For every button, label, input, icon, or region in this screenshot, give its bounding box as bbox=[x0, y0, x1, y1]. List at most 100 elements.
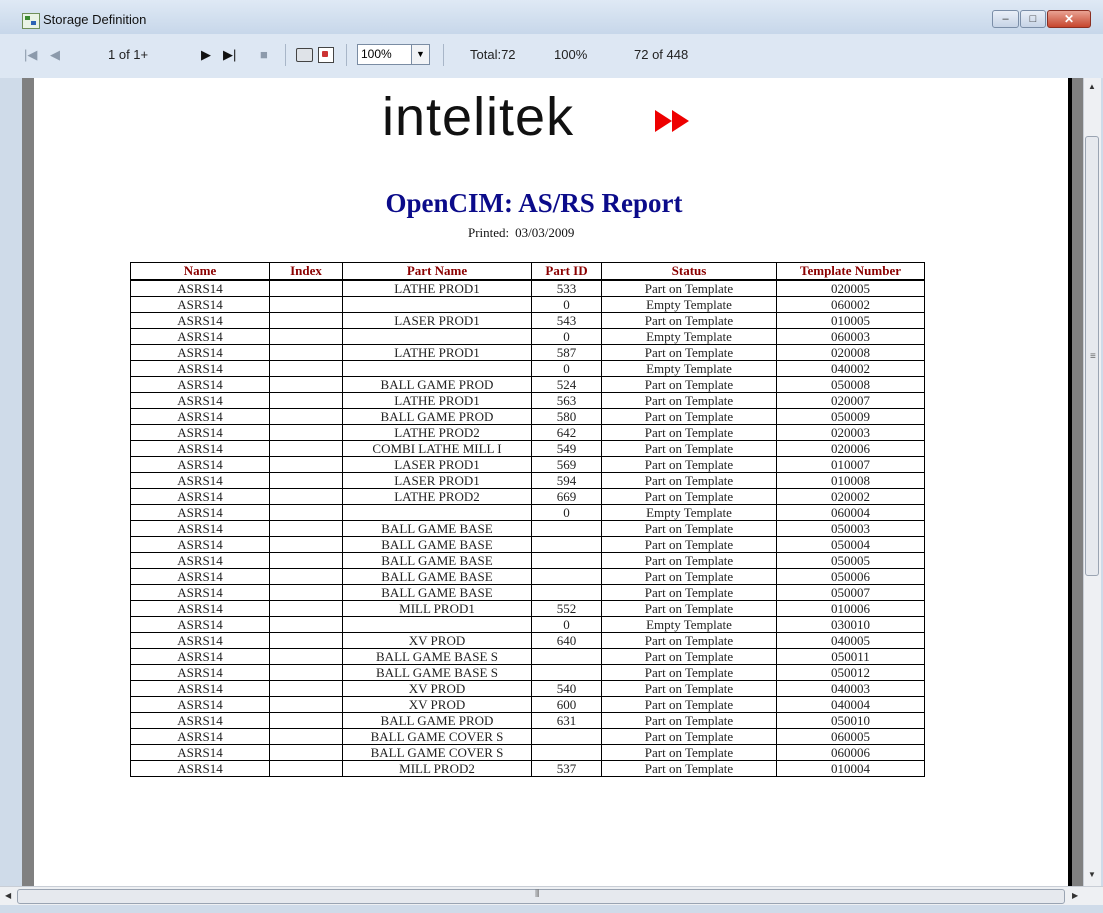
cell-status: Part on Template bbox=[601, 552, 777, 569]
cell-part-name: LATHE PROD2 bbox=[342, 488, 532, 505]
export-icon[interactable] bbox=[318, 47, 334, 63]
cell-part-name: BALL GAME BASE S bbox=[342, 664, 532, 681]
cell-name: ASRS14 bbox=[130, 296, 270, 313]
cell-part-id: 594 bbox=[531, 472, 602, 489]
cell-template-number: 050003 bbox=[776, 520, 925, 537]
cell-template-number: 020007 bbox=[776, 392, 925, 409]
table-row: ASRS14 XV PROD 540 Part on Template 040003 bbox=[130, 680, 925, 697]
scroll-up-icon[interactable]: ▲ bbox=[1088, 82, 1096, 91]
cell-template-number: 050011 bbox=[776, 648, 925, 665]
cell-part-name: XV PROD bbox=[342, 632, 532, 649]
cell-index bbox=[269, 712, 343, 729]
cell-part-id: 540 bbox=[531, 680, 602, 697]
cell-template-number: 060004 bbox=[776, 504, 925, 521]
scroll-left-icon[interactable]: ◀ bbox=[5, 891, 11, 900]
printer-icon[interactable] bbox=[296, 48, 313, 62]
window-title: Storage Definition bbox=[43, 12, 147, 27]
grip-icon: ⦀ bbox=[535, 889, 540, 900]
cell-part-id: 569 bbox=[531, 456, 602, 473]
cell-name: ASRS14 bbox=[130, 312, 270, 329]
report-toolbar: |◀ ◀ 1 of 1+ ▶ ▶| ■ 100% ▼ Total:72 100%… bbox=[0, 34, 1103, 78]
cell-template-number: 050012 bbox=[776, 664, 925, 681]
cell-status: Empty Template bbox=[601, 616, 777, 633]
cell-status: Part on Template bbox=[601, 424, 777, 441]
cell-part-id bbox=[531, 568, 602, 585]
toolbar-separator bbox=[285, 44, 286, 66]
cell-part-id: 537 bbox=[531, 760, 602, 777]
cell-name: ASRS14 bbox=[130, 328, 270, 345]
cell-part-name bbox=[342, 328, 532, 345]
vertical-scrollbar[interactable]: ▲ ≡ ▼ bbox=[1083, 78, 1101, 886]
cell-name: ASRS14 bbox=[130, 536, 270, 553]
cell-template-number: 040002 bbox=[776, 360, 925, 377]
table-row: ASRS14 MILL PROD1 552 Part on Template 01000… bbox=[130, 600, 925, 617]
cell-part-id: 543 bbox=[531, 312, 602, 329]
cell-index bbox=[269, 680, 343, 697]
cell-part-id: 533 bbox=[531, 279, 602, 297]
zoom-select[interactable]: 100% ▼ bbox=[357, 44, 430, 65]
table-header-row: Name Index Part Name Part ID Status Temp… bbox=[130, 262, 925, 281]
table-row: ASRS14 BALL GAME BASE Part on Template 0500… bbox=[130, 520, 925, 537]
first-page-icon[interactable]: |◀ bbox=[24, 47, 37, 63]
table-row: ASRS14 LATHE PROD2 642 Part on Template 0200… bbox=[130, 424, 925, 441]
cell-part-name: LATHE PROD1 bbox=[342, 279, 532, 297]
cell-name: ASRS14 bbox=[130, 504, 270, 521]
cell-name: ASRS14 bbox=[130, 424, 270, 441]
close-button[interactable]: ✕ bbox=[1047, 10, 1091, 28]
cell-part-name: BALL GAME PROD bbox=[342, 712, 532, 729]
maximize-button[interactable]: □ bbox=[1020, 10, 1046, 28]
report-viewer: intelitek OpenCIM: AS/RS Report Printed:… bbox=[22, 78, 1100, 886]
previous-page-icon[interactable]: ◀ bbox=[50, 47, 60, 63]
cell-template-number: 020008 bbox=[776, 344, 925, 361]
cell-index bbox=[269, 328, 343, 345]
cell-part-id bbox=[531, 584, 602, 601]
cell-part-id: 587 bbox=[531, 344, 602, 361]
next-page-icon[interactable]: ▶ bbox=[201, 47, 211, 63]
cell-part-name: LASER PROD1 bbox=[342, 472, 532, 489]
cell-status: Empty Template bbox=[601, 360, 777, 377]
last-page-icon[interactable]: ▶| bbox=[223, 47, 236, 63]
scroll-down-icon[interactable]: ▼ bbox=[1088, 870, 1096, 879]
column-header-name: Name bbox=[130, 262, 270, 281]
cell-index bbox=[269, 568, 343, 585]
cell-status: Part on Template bbox=[601, 536, 777, 553]
stop-icon[interactable]: ■ bbox=[260, 47, 268, 62]
cell-status: Part on Template bbox=[601, 600, 777, 617]
cell-status: Part on Template bbox=[601, 760, 777, 777]
table-row: ASRS14 LATHE PROD1 587 Part on Template 0200… bbox=[130, 344, 925, 361]
cell-part-name: BALL GAME BASE bbox=[342, 584, 532, 601]
cell-name: ASRS14 bbox=[130, 456, 270, 473]
cell-name: ASRS14 bbox=[130, 520, 270, 537]
horizontal-scroll-thumb[interactable]: ⦀ bbox=[17, 889, 1065, 904]
record-count: 72 of 448 bbox=[634, 47, 689, 62]
cell-template-number: 040004 bbox=[776, 696, 925, 713]
cell-name: ASRS14 bbox=[130, 664, 270, 681]
cell-part-name: XV PROD bbox=[342, 696, 532, 713]
minimize-button[interactable]: – bbox=[992, 10, 1019, 28]
cell-status: Empty Template bbox=[601, 296, 777, 313]
cell-name: ASRS14 bbox=[130, 392, 270, 409]
table-row: ASRS14 XV PROD 600 Part on Template 040004 bbox=[130, 696, 925, 713]
cell-part-name: MILL PROD1 bbox=[342, 600, 532, 617]
cell-part-id: 0 bbox=[531, 360, 602, 377]
cell-name: ASRS14 bbox=[130, 488, 270, 505]
cell-part-name bbox=[342, 360, 532, 377]
table-row: ASRS14 0 Empty Template 040002 bbox=[130, 360, 925, 377]
scroll-right-icon[interactable]: ▶ bbox=[1072, 891, 1078, 900]
cell-index bbox=[269, 616, 343, 633]
chevron-down-icon[interactable]: ▼ bbox=[411, 45, 429, 64]
cell-status: Part on Template bbox=[601, 680, 777, 697]
cell-name: ASRS14 bbox=[130, 648, 270, 665]
cell-status: Part on Template bbox=[601, 440, 777, 457]
cell-status: Part on Template bbox=[601, 728, 777, 745]
cell-template-number: 060005 bbox=[776, 728, 925, 745]
vertical-scroll-thumb[interactable]: ≡ bbox=[1085, 136, 1099, 576]
printed-date: 03/03/2009 bbox=[515, 225, 575, 240]
cell-index bbox=[269, 584, 343, 601]
cell-status: Part on Template bbox=[601, 584, 777, 601]
cell-status: Part on Template bbox=[601, 344, 777, 361]
logo-arrows-icon bbox=[655, 110, 689, 137]
cell-part-id: 549 bbox=[531, 440, 602, 457]
horizontal-scrollbar[interactable]: ◀ ⦀ ▶ bbox=[0, 886, 1103, 906]
cell-index bbox=[269, 664, 343, 681]
